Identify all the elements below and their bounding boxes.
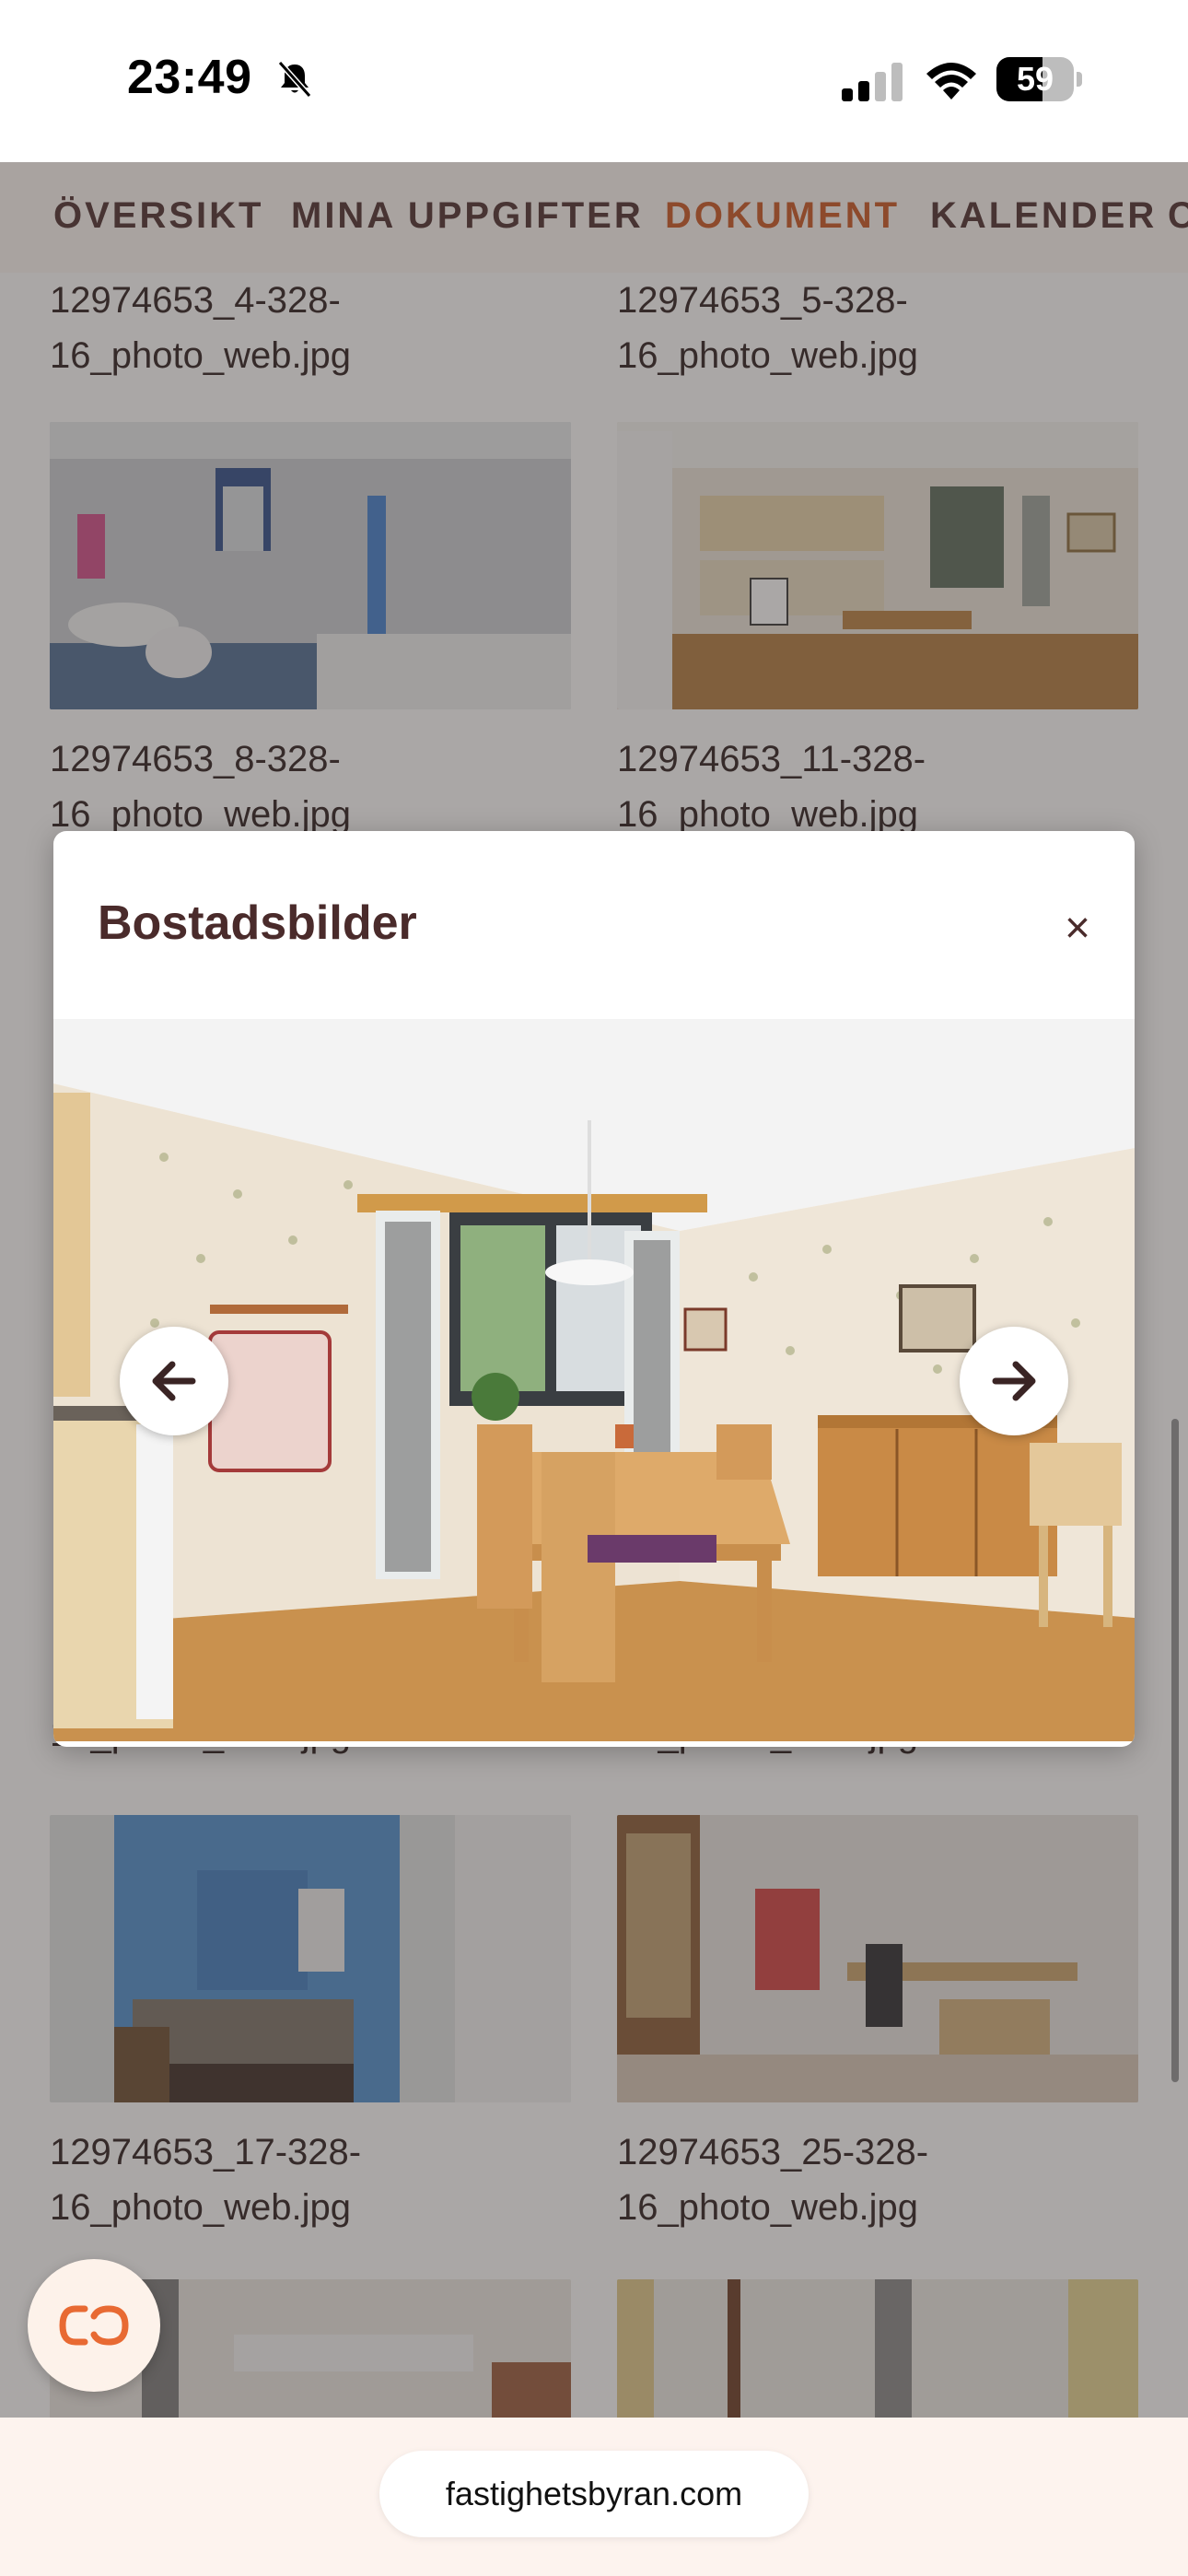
browser-bottom-bar: fastighetsbyran.com: [0, 2418, 1188, 2576]
status-time: 23:49: [127, 51, 252, 104]
arrow-right-icon: [992, 1361, 1036, 1401]
modal-title: Bostadsbilder: [98, 896, 417, 950]
battery-percent: 59: [1016, 60, 1054, 98]
close-button[interactable]: ×: [1050, 901, 1105, 956]
page-scrollbar[interactable]: [1171, 1419, 1179, 2082]
status-bar: 23:49 59: [0, 0, 1188, 162]
cell-signal-icon: [842, 63, 903, 101]
arrow-left-icon: [152, 1361, 196, 1401]
url-bar[interactable]: fastighetsbyran.com: [379, 2451, 809, 2537]
url-text: fastighetsbyran.com: [445, 2475, 743, 2512]
battery-icon: 59: [996, 57, 1083, 101]
image-modal: Bostadsbilder ×: [53, 831, 1135, 1747]
bell-muted-icon: [277, 61, 312, 98]
wifi-icon: [926, 63, 976, 100]
chat-button[interactable]: [28, 2259, 160, 2392]
chat-logo-icon: [59, 2305, 129, 2346]
previous-image-button[interactable]: [120, 1327, 228, 1435]
next-image-button[interactable]: [960, 1327, 1068, 1435]
